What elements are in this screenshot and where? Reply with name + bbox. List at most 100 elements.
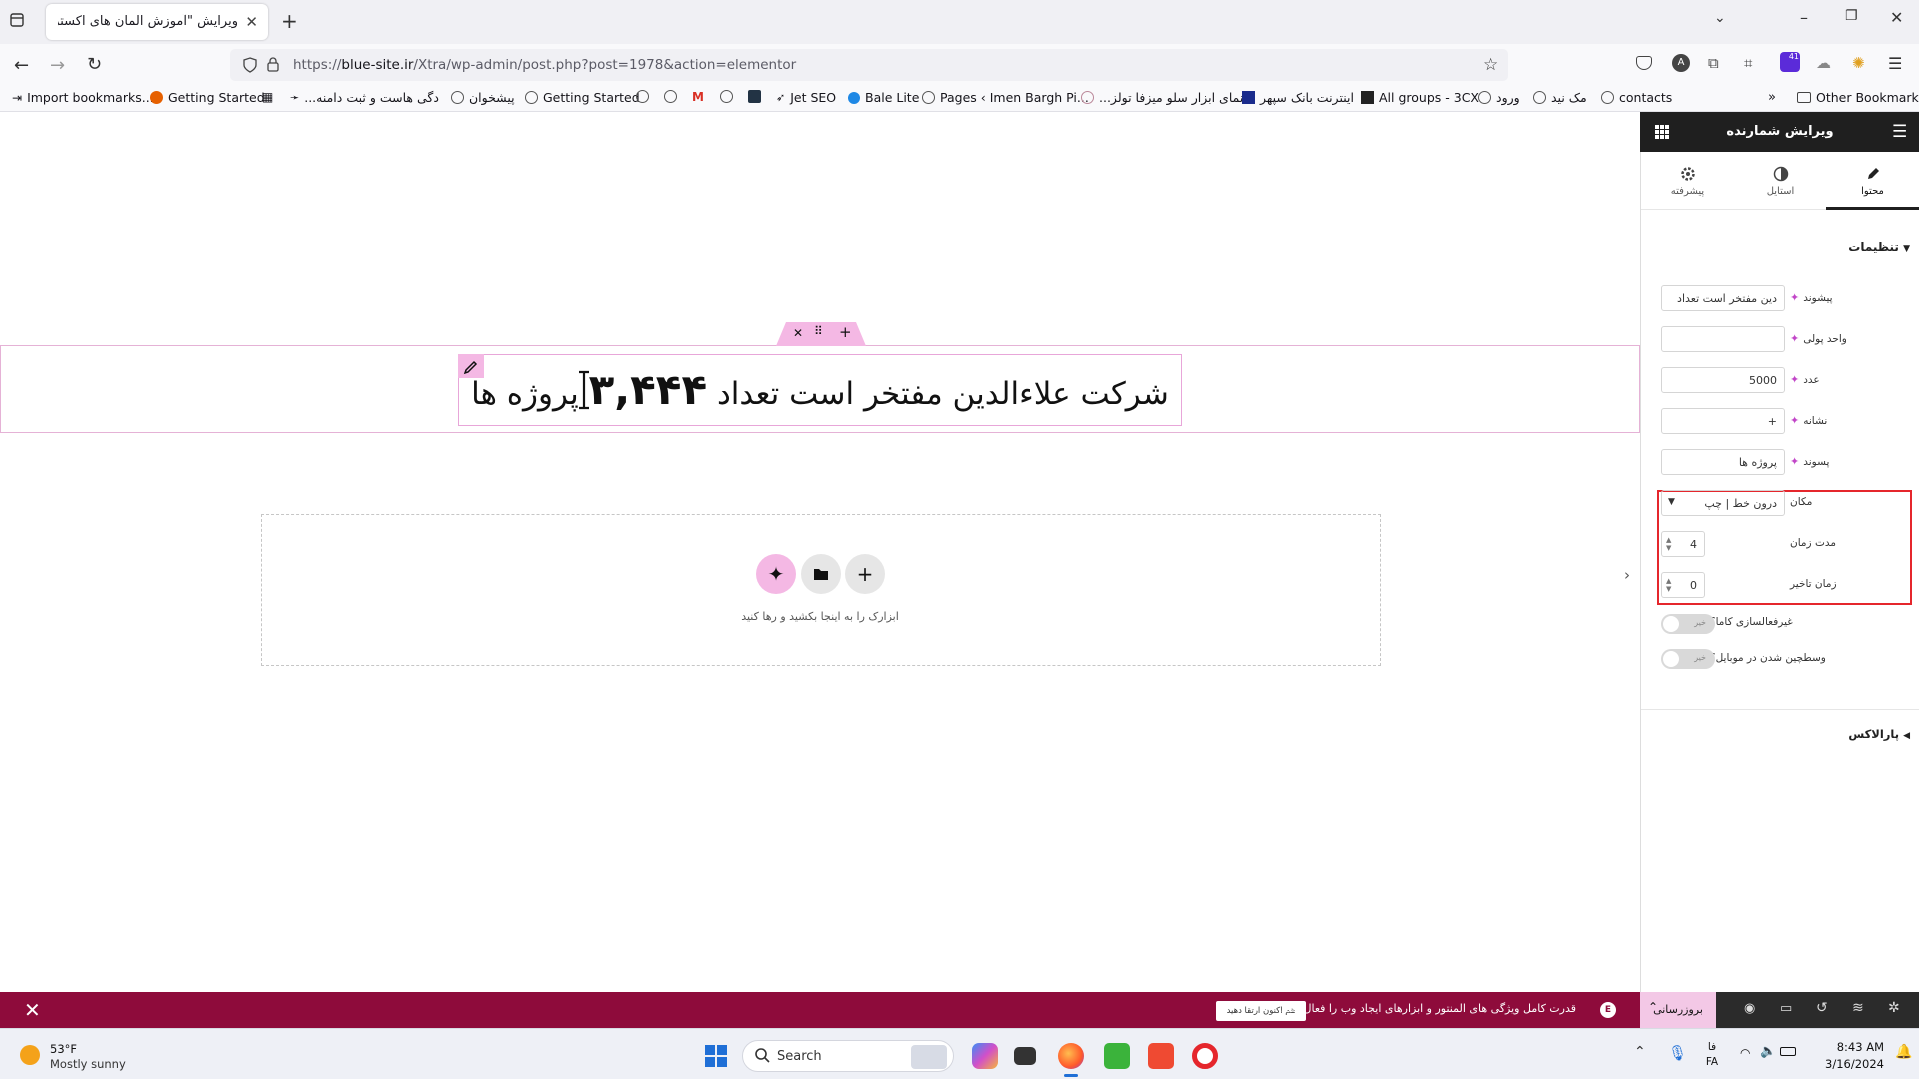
tray-chevron-icon[interactable]: ⌃	[1634, 1044, 1646, 1060]
clock[interactable]: 8:43 AM 3/16/2024	[1814, 1039, 1884, 1073]
bookmark-item[interactable]: ➶ Jet SEO	[776, 90, 836, 105]
tab-list-icon[interactable]	[9, 12, 25, 28]
bookmark-item[interactable]: ▦	[262, 90, 273, 104]
bookmark-item[interactable]: Getting Started	[525, 90, 640, 105]
number-spinner-icon[interactable]: ▲ ▼	[1666, 577, 1671, 593]
bookmark-item[interactable]: ⇥ Import bookmarks...	[12, 90, 154, 105]
sun-extension-icon[interactable]: ✺	[1852, 54, 1865, 72]
tab-style[interactable]: استایل	[1734, 152, 1827, 210]
extension-badge-icon[interactable]: 41	[1780, 52, 1800, 72]
bookmark-item[interactable]: مک نید	[1533, 90, 1587, 105]
ai-sparkle-icon[interactable]: ✦	[1790, 291, 1799, 304]
reload-icon[interactable]: ↻	[87, 54, 102, 75]
forward-icon[interactable]: →	[50, 55, 65, 76]
list-all-tabs-icon[interactable]: ⌄	[1714, 10, 1726, 26]
bookmark-item[interactable]: Getting Started	[150, 90, 265, 105]
account-icon[interactable]: A	[1672, 54, 1690, 72]
firefox-taskbar-icon[interactable]	[1058, 1043, 1084, 1069]
tab-advanced[interactable]: پیشرفته	[1641, 152, 1734, 210]
prefix-input[interactable]: دین مفتخر است تعداد	[1661, 285, 1785, 311]
taskbar-search[interactable]: Search	[742, 1040, 954, 1072]
section-handle[interactable]: ✕ ⠿ +	[776, 322, 866, 346]
close-window-button[interactable]: ✕	[1890, 8, 1903, 27]
weather-widget[interactable]: 53°F Mostly sunny	[18, 1040, 168, 1072]
ai-sparkle-icon[interactable]: ✦	[1790, 332, 1799, 345]
collapse-panel-icon[interactable]: ›	[1614, 560, 1640, 590]
separator-input[interactable]: +	[1661, 408, 1785, 434]
bookmark-item[interactable]: Bale Lite	[848, 90, 919, 105]
copilot-icon[interactable]	[972, 1043, 998, 1069]
bookmark-item[interactable]	[720, 90, 733, 103]
minimize-button[interactable]: –	[1800, 8, 1808, 27]
pocket-icon[interactable]	[1636, 56, 1652, 70]
number-spinner-icon[interactable]: ▲ ▼	[1666, 536, 1671, 552]
bookmark-item[interactable]	[664, 90, 677, 103]
close-notice-icon[interactable]: ✕	[24, 998, 41, 1022]
add-widget-button[interactable]: +	[845, 554, 885, 594]
duration-input[interactable]: 4 ▲ ▼	[1661, 531, 1705, 557]
cloud-extension-icon[interactable]: ☁	[1816, 54, 1831, 72]
parallax-section-title[interactable]: ◀ پارالاکس	[1820, 727, 1910, 741]
opera-icon[interactable]	[1192, 1043, 1218, 1069]
bookmark-item[interactable]: اینترنت بانک سپهر	[1242, 90, 1354, 105]
add-section-icon[interactable]: +	[839, 323, 852, 341]
navigator-layers-icon[interactable]: ≋	[1852, 1000, 1864, 1016]
browser-tab[interactable]: ویرایش "آموزش المان های اکسترا – ... ✕	[46, 4, 268, 40]
microphone-icon[interactable]: 🎙	[1668, 1044, 1687, 1062]
ai-button[interactable]: ✦	[756, 554, 796, 594]
ai-sparkle-icon[interactable]: ✦	[1790, 455, 1799, 468]
battery-icon[interactable]	[1780, 1047, 1796, 1056]
extensions-icon[interactable]: ⧉	[1708, 54, 1719, 72]
camtasia-green-icon[interactable]	[1104, 1043, 1130, 1069]
bookmark-item[interactable]	[636, 90, 649, 103]
drag-section-icon[interactable]: ⠿	[814, 324, 823, 338]
bookmark-item[interactable]: Pages ‹ Imen Bargh Pi...	[922, 90, 1089, 105]
language-indicator[interactable]: فا FA	[1700, 1040, 1724, 1070]
more-bookmarks-icon[interactable]: »	[1768, 90, 1776, 105]
suffix-input[interactable]: پروژه ها	[1661, 449, 1785, 475]
delay-input[interactable]: 0 ▲ ▼	[1661, 572, 1705, 598]
wifi-icon[interactable]: ◠	[1740, 1046, 1750, 1060]
crop-icon[interactable]: ⌗	[1744, 54, 1752, 72]
settings-section-title[interactable]: ▼ تنظیمات	[1830, 240, 1910, 254]
hamburger-icon[interactable]: ☰	[1892, 122, 1907, 142]
bookmark-item[interactable]: contacts	[1601, 90, 1672, 105]
bookmark-star-icon[interactable]: ☆	[1483, 55, 1498, 75]
new-tab-button[interactable]: +	[281, 9, 298, 33]
volume-icon[interactable]: 🔈	[1760, 1044, 1776, 1059]
bookmark-item[interactable]: All groups - 3CX	[1361, 90, 1479, 105]
url-bar[interactable]: https://blue-site.ir/Xtra/wp-admin/post.…	[230, 49, 1508, 81]
bookmark-item[interactable]: M	[692, 90, 704, 104]
notification-bell-icon[interactable]: 🔔	[1895, 1044, 1912, 1060]
settings-gear-icon[interactable]: ✲	[1888, 1000, 1900, 1016]
other-bookmarks[interactable]: Other Bookmarks	[1797, 90, 1919, 105]
currency-input[interactable]	[1661, 326, 1785, 352]
ai-sparkle-icon[interactable]: ✦	[1790, 414, 1799, 427]
file-explorer-icon[interactable]	[1014, 1047, 1036, 1065]
mobile-center-toggle[interactable]: خیر	[1661, 649, 1715, 669]
lock-icon[interactable]	[267, 57, 279, 72]
bookmark-item[interactable]: پیشخوان	[451, 90, 515, 105]
number-input[interactable]: 5000	[1661, 367, 1785, 393]
responsive-icon[interactable]: ▭	[1780, 1001, 1792, 1016]
ai-sparkle-icon[interactable]: ✦	[1790, 373, 1799, 386]
url-text[interactable]: https://blue-site.ir/Xtra/wp-admin/post.…	[293, 57, 796, 73]
back-icon[interactable]: ←	[14, 55, 29, 76]
history-icon[interactable]: ↺	[1816, 1000, 1828, 1016]
bookmark-item[interactable]	[748, 90, 761, 103]
localize-toggle[interactable]: خیر	[1661, 614, 1715, 634]
windows-start-icon[interactable]	[705, 1045, 727, 1067]
shield-icon[interactable]	[243, 57, 257, 73]
tab-close-icon[interactable]: ✕	[245, 13, 258, 31]
bookmark-item[interactable]: ➛ ...دگی هاست و ثبت دامنه	[290, 90, 439, 105]
restore-button[interactable]: ❐	[1845, 8, 1858, 24]
position-select[interactable]: درون خط | چپ ▼	[1661, 490, 1785, 516]
bookmark-item[interactable]: ...نمای ابزار سلو میزفا تولز	[1081, 90, 1243, 105]
preview-eye-icon[interactable]: ◉	[1744, 1001, 1755, 1016]
bookmark-item[interactable]: ورود	[1478, 90, 1520, 105]
delete-section-icon[interactable]: ✕	[793, 326, 803, 340]
widgets-grid-icon[interactable]	[1654, 124, 1670, 140]
tab-content[interactable]: محتوا	[1826, 152, 1919, 210]
menu-icon[interactable]: ☰	[1888, 54, 1902, 73]
template-library-button[interactable]	[801, 554, 841, 594]
